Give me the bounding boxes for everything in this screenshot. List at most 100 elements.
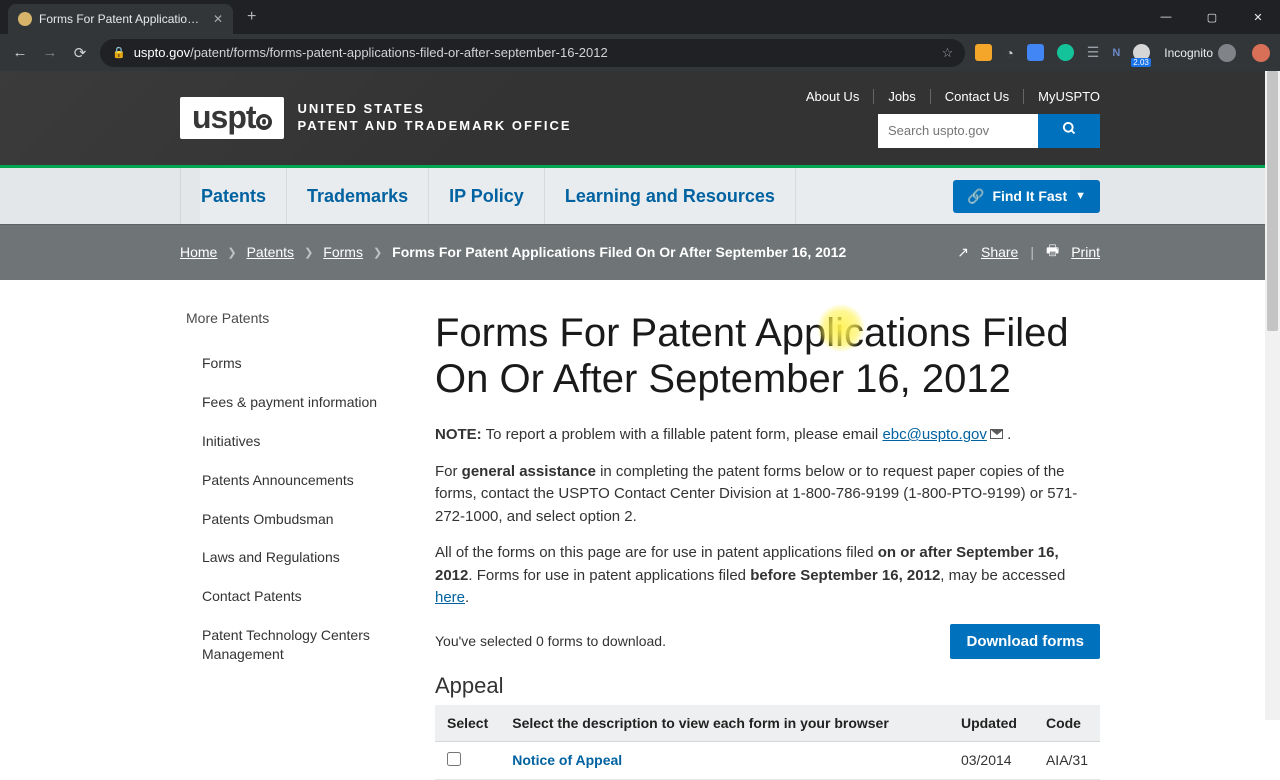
- download-forms-button[interactable]: Download forms: [950, 624, 1100, 659]
- section-heading: Appeal: [435, 673, 1100, 699]
- translate-icon[interactable]: [1027, 44, 1044, 61]
- sidebar-item[interactable]: Laws and Regulations: [180, 538, 395, 577]
- crumb-home[interactable]: Home: [180, 244, 217, 260]
- sidebar-title: More Patents: [180, 310, 395, 326]
- forward-icon[interactable]: →: [40, 44, 60, 61]
- mail-icon: [990, 429, 1003, 439]
- share-print: ↗ Share | 🖶 Print: [957, 240, 1100, 264]
- sidebar-item[interactable]: Patents Ombudsman: [180, 500, 395, 539]
- sidebar-item[interactable]: Contact Patents: [180, 577, 395, 616]
- breadcrumb-bar: Home ❯ Patents ❯ Forms ❯ Forms For Paten…: [0, 224, 1280, 280]
- util-myuspto[interactable]: MyUSPTO: [1024, 89, 1100, 104]
- crumb-current: Forms For Patent Applications Filed On O…: [392, 244, 846, 260]
- maximize-icon[interactable]: ▢: [1190, 2, 1234, 32]
- sidebar-item[interactable]: Forms: [180, 344, 395, 383]
- util-contact[interactable]: Contact Us: [931, 89, 1024, 104]
- page-body: More Patents Forms Fees & payment inform…: [170, 280, 1110, 780]
- logo-mark: uspto: [180, 97, 284, 139]
- row-checkbox[interactable]: [447, 752, 461, 766]
- logo-text: UNITED STATES PATENT AND TRADEMARK OFFIC…: [298, 101, 572, 135]
- sidebar-item[interactable]: Patents Announcements: [180, 461, 395, 500]
- scrollbar[interactable]: [1265, 71, 1280, 720]
- address-bar: ← → ⟳ 🔒 uspto.gov/patent/forms/forms-pat…: [0, 34, 1280, 71]
- new-tab-button[interactable]: +: [243, 4, 260, 30]
- site-header: uspto UNITED STATES PATENT AND TRADEMARK…: [0, 71, 1280, 168]
- sidebar-item[interactable]: Initiatives: [180, 422, 395, 461]
- email-link[interactable]: ebc@uspto.gov: [882, 426, 986, 443]
- utility-nav: About Us Jobs Contact Us MyUSPTO: [792, 89, 1100, 104]
- filing-date-paragraph: All of the forms on this page are for us…: [435, 542, 1100, 610]
- row-updated: 03/2014: [949, 741, 1034, 779]
- ext-n-icon[interactable]: N: [1112, 47, 1120, 59]
- table-row: Notice of Appeal 03/2014 AIA/31: [435, 741, 1100, 779]
- star-icon[interactable]: ☆: [942, 45, 954, 61]
- chevron-right-icon: ❯: [227, 246, 236, 259]
- ext-icon[interactable]: [975, 44, 992, 61]
- grammarly-icon[interactable]: [1057, 44, 1074, 61]
- sidebar-item[interactable]: Fees & payment information: [180, 383, 395, 422]
- tab-title: Forms For Patent Applications Fil: [39, 12, 200, 26]
- search-button[interactable]: [1038, 114, 1100, 148]
- site-logo[interactable]: uspto UNITED STATES PATENT AND TRADEMARK…: [180, 97, 572, 139]
- incognito-icon: [1218, 44, 1236, 62]
- assistance-paragraph: For general assistance in completing the…: [435, 461, 1100, 529]
- print-icon: 🖶: [1046, 240, 1059, 264]
- lock-icon: 🔒: [112, 46, 126, 59]
- nav-trademarks[interactable]: Trademarks: [287, 168, 429, 224]
- site-search: [878, 114, 1100, 148]
- selected-count: You've selected 0 forms to download.: [435, 633, 666, 649]
- extension-icons: ◔ ☰ N 2.03: [975, 44, 1150, 61]
- chevron-right-icon: ❯: [304, 246, 313, 259]
- find-it-fast-button[interactable]: 🔗 Find It Fast ▼: [953, 180, 1100, 213]
- close-window-icon[interactable]: ✕: [1236, 2, 1280, 32]
- main-content: Forms For Patent Applications Filed On O…: [435, 310, 1100, 780]
- sidebar-item[interactable]: Patent Technology Centers Management: [180, 616, 395, 674]
- forms-table: Select Select the description to view ea…: [435, 705, 1100, 780]
- util-jobs[interactable]: Jobs: [874, 89, 930, 104]
- ext-badge-icon[interactable]: 2.03: [1133, 44, 1150, 61]
- row-code: AIA/31: [1034, 741, 1100, 779]
- incognito-indicator[interactable]: Incognito: [1164, 44, 1236, 62]
- here-link[interactable]: here: [435, 589, 465, 606]
- th-code: Code: [1034, 705, 1100, 742]
- scrollbar-thumb[interactable]: [1267, 71, 1278, 331]
- crumb-patents[interactable]: Patents: [247, 244, 294, 260]
- window-controls: ― ▢ ✕: [1144, 2, 1280, 32]
- nav-patents[interactable]: Patents: [180, 168, 287, 224]
- favicon-icon: [18, 12, 32, 26]
- reload-icon[interactable]: ⟳: [70, 44, 90, 62]
- th-description: Select the description to view each form…: [500, 705, 949, 742]
- profile-avatar[interactable]: [1252, 44, 1270, 62]
- pocket-icon[interactable]: ◔: [1005, 45, 1013, 61]
- sidebar: More Patents Forms Fees & payment inform…: [180, 310, 395, 780]
- nav-learning[interactable]: Learning and Resources: [545, 168, 796, 224]
- search-icon: [1062, 121, 1077, 136]
- util-about[interactable]: About Us: [792, 89, 874, 104]
- close-tab-icon[interactable]: ✕: [213, 12, 223, 26]
- chevron-down-icon: ▼: [1075, 190, 1086, 202]
- nav-ip-policy[interactable]: IP Policy: [429, 168, 545, 224]
- selection-row: You've selected 0 forms to download. Dow…: [435, 624, 1100, 659]
- url-domain: uspto.gov: [134, 45, 190, 60]
- chevron-right-icon: ❯: [373, 246, 382, 259]
- url-path: /patent/forms/forms-patent-applications-…: [190, 45, 608, 60]
- note-paragraph: NOTE: To report a problem with a fillabl…: [435, 424, 1100, 447]
- url-field[interactable]: 🔒 uspto.gov/patent/forms/forms-patent-ap…: [100, 39, 965, 67]
- share-icon: ↗: [957, 244, 969, 261]
- link-icon: 🔗: [967, 188, 984, 205]
- print-link[interactable]: Print: [1071, 244, 1100, 260]
- browser-tab[interactable]: Forms For Patent Applications Fil ✕: [8, 4, 233, 34]
- back-icon[interactable]: ←: [10, 44, 30, 61]
- share-link[interactable]: Share: [981, 244, 1018, 260]
- buffer-icon[interactable]: ☰: [1087, 44, 1100, 61]
- cursor-highlight-icon: [817, 304, 865, 352]
- th-select: Select: [435, 705, 500, 742]
- minimize-icon[interactable]: ―: [1144, 2, 1188, 32]
- primary-nav: Patents Trademarks IP Policy Learning an…: [0, 168, 1280, 224]
- browser-chrome: Forms For Patent Applications Fil ✕ + ― …: [0, 0, 1280, 71]
- tab-bar: Forms For Patent Applications Fil ✕ + ― …: [0, 0, 1280, 34]
- th-updated: Updated: [949, 705, 1034, 742]
- search-input[interactable]: [878, 114, 1038, 148]
- form-link[interactable]: Notice of Appeal: [512, 752, 622, 768]
- crumb-forms[interactable]: Forms: [323, 244, 363, 260]
